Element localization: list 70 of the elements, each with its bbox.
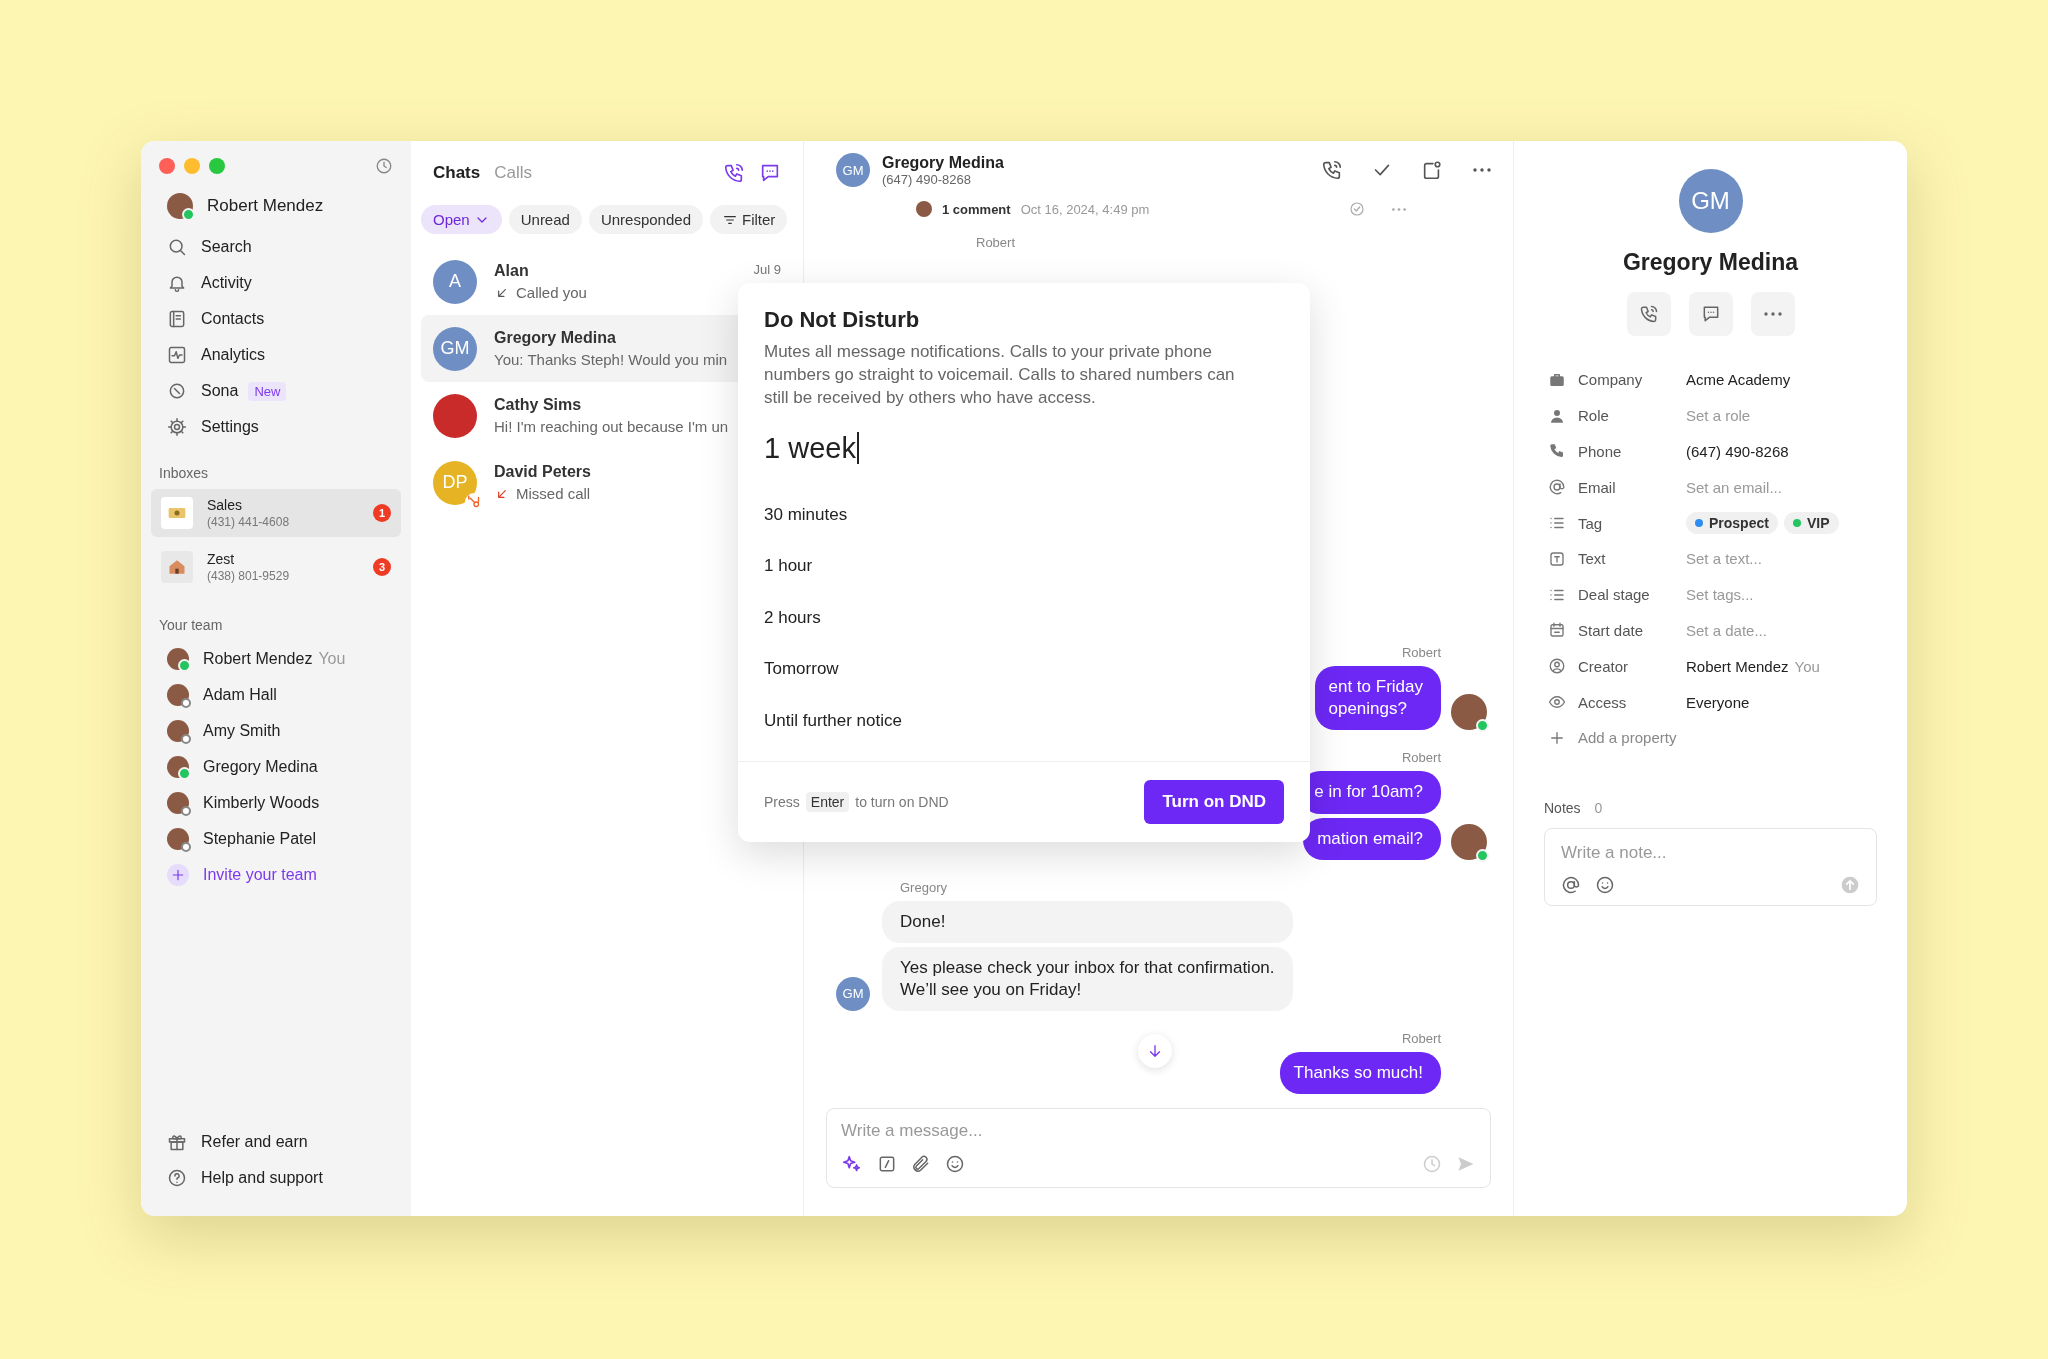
hint-text: to turn on DND — [855, 794, 949, 810]
new-badge: New — [248, 381, 287, 401]
unread-count: 3 — [373, 558, 391, 576]
hint-text: Press — [764, 794, 800, 810]
inbox-name: Zest — [207, 551, 236, 567]
nav-label: Search — [201, 238, 252, 256]
dialog-description: Mutes all message notifications. Calls to your private phone numbers go straight to voicemail. Calls to shared numbers can still be received by others who have access. — [764, 341, 1236, 409]
avatar: A — [433, 259, 477, 304]
key-label: Enter — [805, 792, 850, 812]
message-bubble: mation email? — [1303, 817, 1441, 860]
you-label: You — [318, 650, 346, 668]
contact-phone: (647) 490-8268 — [882, 171, 972, 187]
property-label: Text — [1578, 550, 1607, 568]
message-preview: You: Thanks Steph! Would you min — [494, 351, 728, 368]
avatar: DP — [433, 460, 477, 505]
message-preview: Called you — [516, 284, 587, 301]
nav-label: Contacts — [201, 310, 265, 328]
contact-name: Alan — [494, 262, 530, 280]
member-name: Kimberly Woods — [203, 794, 320, 812]
message-preview: Missed call — [516, 485, 591, 502]
sender-name: Robert — [1401, 1030, 1441, 1046]
nav-label: Sona — [201, 382, 239, 400]
nav-label: Analytics — [201, 346, 266, 364]
sender-name: Robert — [1401, 645, 1441, 661]
nav-label: Settings — [201, 418, 259, 436]
avatar: GM — [836, 976, 870, 1011]
property-label: Tag — [1578, 514, 1604, 532]
avatar: GM — [1678, 169, 1743, 233]
message-bubble: ent to Friday openings? — [1314, 666, 1441, 731]
inbox-phone: (431) 441-4608 — [207, 515, 291, 529]
notes-count: 0 — [1594, 799, 1603, 816]
you-label: You — [1794, 657, 1820, 675]
contact-name: David Peters — [494, 463, 592, 481]
message-preview: Hi! I'm reaching out because I'm un — [494, 418, 729, 435]
member-name: Gregory Medina — [203, 758, 318, 776]
property-label: Deal stage — [1578, 586, 1651, 604]
contact-name: Gregory Medina — [882, 153, 1004, 172]
sender-name: Robert — [975, 234, 1017, 250]
member-name: Amy Smith — [203, 722, 281, 740]
contact-name: Gregory Medina — [1622, 249, 1799, 276]
property-label: Start date — [1578, 621, 1645, 639]
section-heading: Your team — [158, 616, 224, 635]
inbox-name: Sales — [207, 497, 244, 513]
member-name: Robert Mendez — [203, 650, 313, 668]
property-label: Creator — [1578, 657, 1630, 675]
avatar: GM — [433, 326, 477, 371]
property-label: Email — [1578, 478, 1617, 496]
unread-count: 1 — [373, 504, 391, 522]
notes-label: Notes — [1544, 799, 1581, 816]
dialog-title: Do Not Disturb — [764, 307, 920, 333]
comment-time: Oct 16, 2024, 4:49 pm — [1020, 201, 1150, 217]
property-label: Phone — [1578, 443, 1623, 460]
message-bubble: Done! — [882, 900, 1293, 943]
nav-label: Activity — [201, 274, 252, 292]
inbox-phone: (438) 801-9529 — [207, 569, 291, 583]
contact-name: Gregory Medina — [494, 329, 617, 347]
message-bubble: Yes please check your inbox for that confirmation. We’ll see you on Friday! — [882, 946, 1293, 1011]
contact-name: Cathy Sims — [494, 396, 583, 414]
comment-count: 1 comment — [942, 201, 1011, 217]
property-label: Role — [1578, 407, 1610, 425]
section-heading: Inboxes — [158, 464, 210, 483]
member-name: Adam Hall — [203, 686, 277, 704]
member-name: Stephanie Patel — [203, 830, 316, 848]
avatar: GM — [836, 153, 870, 187]
property-label: Access — [1578, 693, 1628, 711]
sender-name: Gregory — [900, 879, 948, 895]
chat-time: Jul 9 — [753, 262, 781, 277]
property-label: Company — [1578, 371, 1644, 389]
sender-name: Robert — [1401, 750, 1441, 766]
message-bubble: Thanks so much! — [1279, 1051, 1441, 1094]
